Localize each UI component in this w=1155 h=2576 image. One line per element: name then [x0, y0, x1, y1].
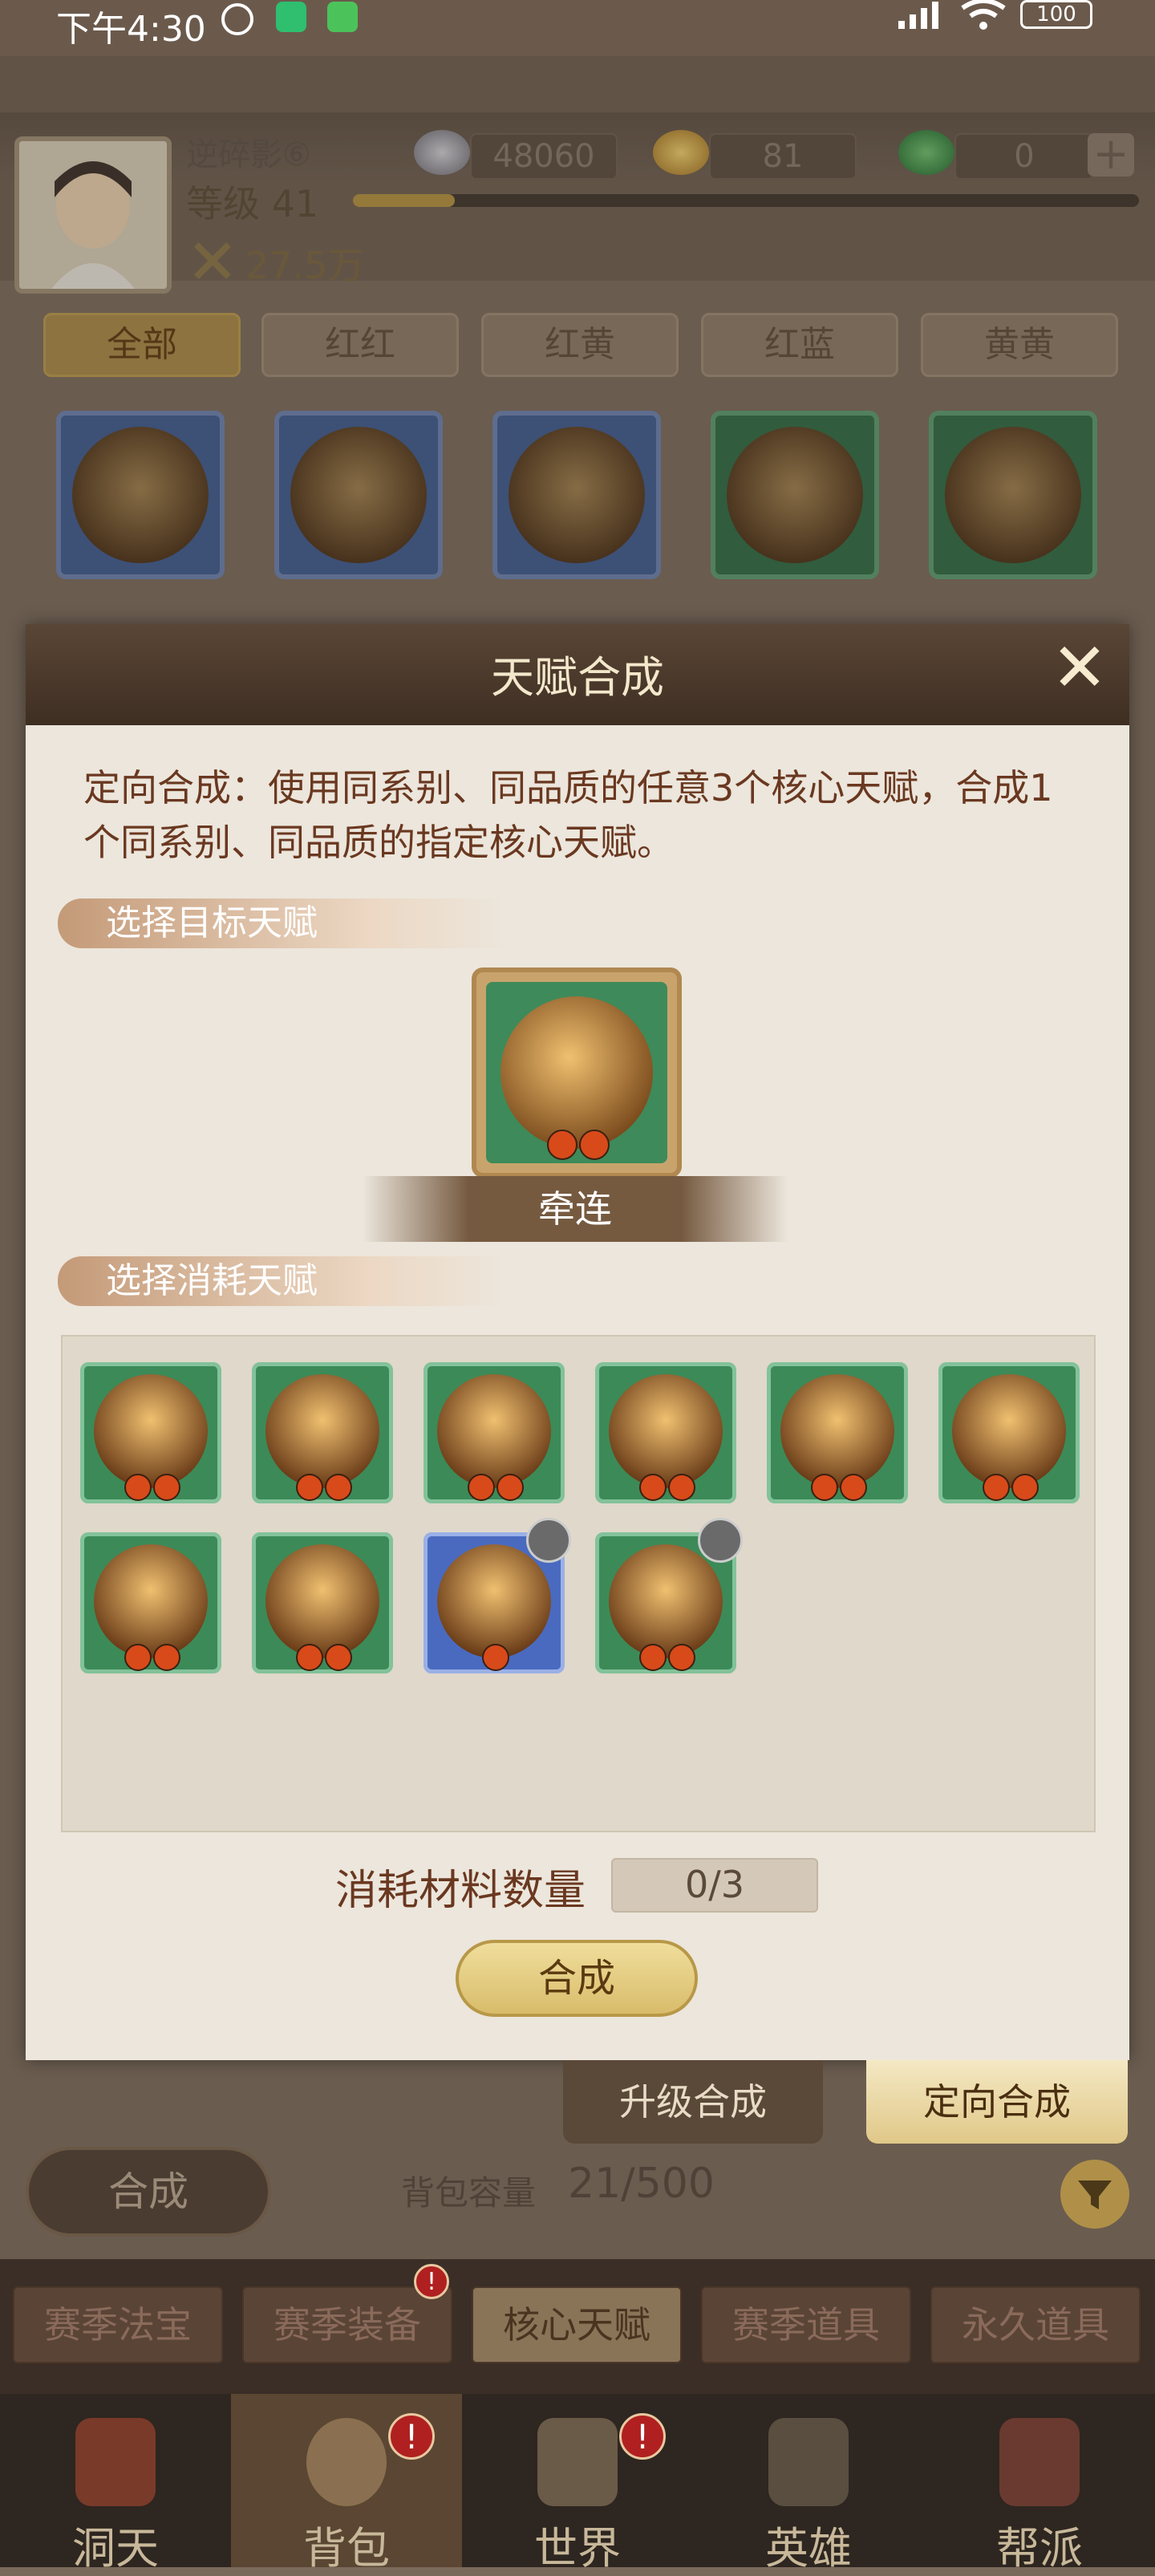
consume-talent-slot[interactable]	[80, 1532, 221, 1673]
consume-qty-value: 0/3	[611, 1858, 818, 1913]
category-tab-season-equipment[interactable]: 赛季装备	[242, 2286, 452, 2363]
quality-dot	[296, 1644, 323, 1671]
system-gesture-bar	[0, 2543, 1155, 2567]
status-bar: 下午4:30 100	[0, 0, 1155, 56]
target-talent-slot[interactable]	[472, 968, 682, 1178]
strike-talent-icon	[265, 1544, 379, 1658]
nav-item-hero[interactable]: 英雄	[693, 2394, 924, 2574]
quality-dot	[668, 1474, 695, 1501]
equipped-hero-avatar	[526, 1518, 571, 1563]
consume-talent-slot[interactable]	[252, 1532, 393, 1673]
category-tab-permanent-items[interactable]: 永久道具	[930, 2286, 1141, 2363]
quality-dot	[153, 1644, 180, 1671]
bag-capacity-label: 背包容量	[401, 2173, 537, 2213]
quality-dot	[639, 1474, 667, 1501]
status-time: 下午4:30	[56, 9, 206, 50]
consume-talent-slot[interactable]	[767, 1362, 908, 1503]
tab-directed-synthesis[interactable]: 定向合成	[866, 2060, 1128, 2144]
nav-item-bag[interactable]: ! 背包	[231, 2394, 462, 2574]
consume-talent-slot[interactable]	[252, 1362, 393, 1503]
flame-talent-icon	[609, 1544, 723, 1658]
bag-combine-button[interactable]: 合成	[26, 2147, 271, 2237]
consume-talent-grid	[61, 1335, 1096, 1832]
sword-talent-icon	[265, 1374, 379, 1488]
bag-capacity-value: 21/500	[568, 2160, 715, 2208]
category-tab-season-items[interactable]: 赛季道具	[701, 2286, 911, 2363]
sort-filter-button[interactable]	[1060, 2160, 1129, 2229]
wind-talent-icon	[609, 1374, 723, 1488]
quality-dot	[547, 1130, 578, 1160]
flame-talent-icon	[780, 1374, 894, 1488]
quality-dot	[153, 1474, 180, 1501]
alert-badge: !	[619, 2413, 666, 2460]
quality-dot	[579, 1130, 610, 1160]
quality-dot	[325, 1644, 352, 1671]
slash-talent-icon	[437, 1544, 551, 1658]
quality-dot	[811, 1474, 838, 1501]
nav-item-guild[interactable]: 帮派	[924, 2394, 1155, 2574]
close-icon[interactable]: ✕	[1046, 634, 1113, 703]
nav-item-dongtian[interactable]: 洞天	[0, 2394, 231, 2574]
quality-dot	[668, 1644, 695, 1671]
quality-dot	[482, 1644, 509, 1671]
target-talent-frame	[486, 982, 667, 1163]
synthesis-description: 定向合成：使用同系别、同品质的任意3个核心天赋，合成1个同系别、同品质的指定核心…	[83, 766, 1053, 864]
target-talent-name: 牵连	[363, 1176, 788, 1242]
quality-dot	[983, 1474, 1010, 1501]
quality-dot	[1011, 1474, 1039, 1501]
kick-talent-icon	[500, 996, 653, 1149]
alarm-icon	[221, 3, 253, 35]
battery-level: 100	[1036, 2, 1076, 26]
android-app-icon	[327, 2, 358, 32]
section-consume-header: 选择消耗天赋	[58, 1256, 507, 1306]
quality-dot	[124, 1474, 152, 1501]
quality-dot	[840, 1474, 867, 1501]
consume-talent-slot[interactable]	[80, 1362, 221, 1503]
straw-hat-icon	[768, 2418, 849, 2506]
consume-talent-slot[interactable]	[424, 1362, 565, 1503]
quality-dot	[325, 1474, 352, 1501]
category-tab-core-talent[interactable]: 核心天赋	[472, 2286, 682, 2363]
quality-dot	[468, 1474, 495, 1501]
banner-icon	[999, 2418, 1080, 2506]
scroll-icon	[537, 2418, 618, 2506]
quality-dot	[124, 1644, 152, 1671]
quality-dot	[496, 1474, 524, 1501]
blast-talent-icon	[94, 1544, 208, 1658]
category-tab-season-treasure[interactable]: 赛季法宝	[13, 2286, 223, 2363]
nav-item-world[interactable]: ! 世界	[462, 2394, 693, 2574]
dialog-title: 天赋合成	[491, 652, 664, 703]
tab-upgrade-synthesis[interactable]: 升级合成	[563, 2060, 823, 2144]
pavilion-icon	[75, 2418, 156, 2506]
quality-dot	[296, 1474, 323, 1501]
battery-icon: 100	[1020, 0, 1092, 29]
signal-icon	[897, 2, 943, 29]
eye-talent-icon	[952, 1374, 1066, 1488]
wind-talent-icon	[437, 1374, 551, 1488]
filter-icon	[1078, 2180, 1112, 2209]
equipped-hero-avatar	[698, 1518, 743, 1563]
bag-icon	[306, 2418, 387, 2506]
wifi-icon	[959, 0, 1007, 32]
consume-talent-slot[interactable]	[595, 1362, 736, 1503]
shield-app-icon	[276, 2, 306, 32]
alert-badge: !	[388, 2413, 435, 2460]
synthesize-button[interactable]: 合成	[456, 1940, 698, 2017]
consume-talent-slot[interactable]	[938, 1362, 1080, 1503]
quality-dot	[639, 1644, 667, 1671]
consume-qty-label: 消耗材料数量	[335, 1867, 586, 1915]
shield-talent-icon	[94, 1374, 208, 1488]
talent-synthesis-dialog: 天赋合成 ✕ 定向合成：使用同系别、同品质的任意3个核心天赋，合成1个同系别、同…	[26, 624, 1129, 2060]
alert-badge: !	[414, 2264, 449, 2299]
section-target-header: 选择目标天赋	[58, 899, 507, 948]
